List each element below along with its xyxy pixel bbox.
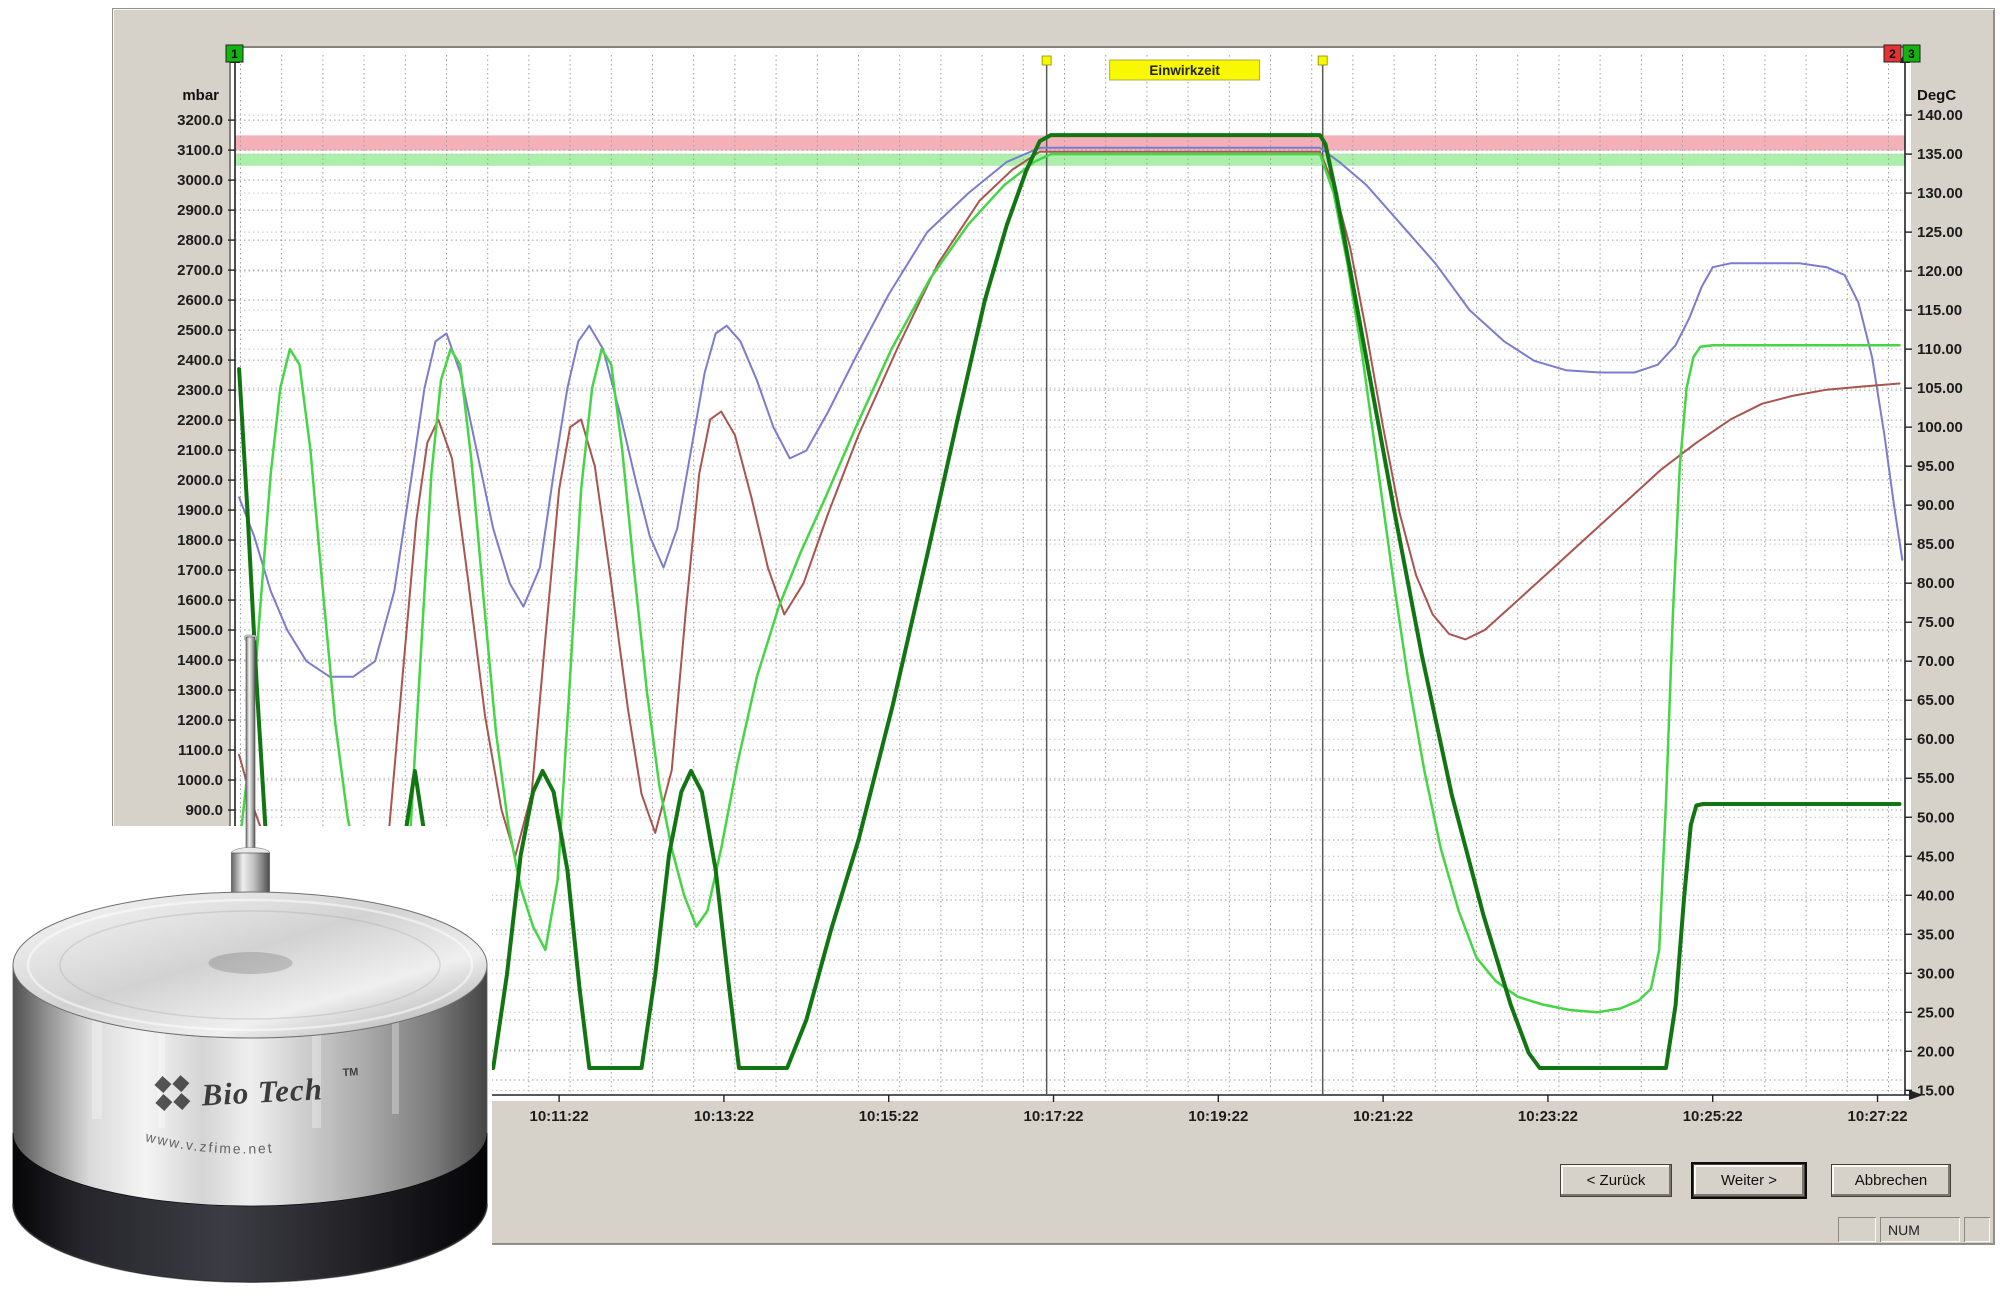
cancel-button[interactable]: Abbrechen — [1831, 1164, 1951, 1197]
back-button[interactable]: < Zurück — [1560, 1164, 1672, 1197]
statusbar-corner — [1964, 1217, 1990, 1242]
statusbar-cell — [1838, 1217, 1876, 1242]
device-photo: Bio Tech TM www.v.zfime.net — [0, 633, 492, 1300]
screen: 3200.03100.03000.02900.02800.02700.02600… — [0, 0, 2000, 1300]
next-button[interactable]: Weiter > — [1693, 1164, 1805, 1197]
brand-tm: TM — [342, 1066, 358, 1079]
brand-text: Bio Tech — [200, 1071, 324, 1112]
data-logger-device: Bio Tech TM www.v.zfime.net — [0, 633, 492, 1300]
statusbar-num-indicator: NUM — [1880, 1217, 1960, 1242]
